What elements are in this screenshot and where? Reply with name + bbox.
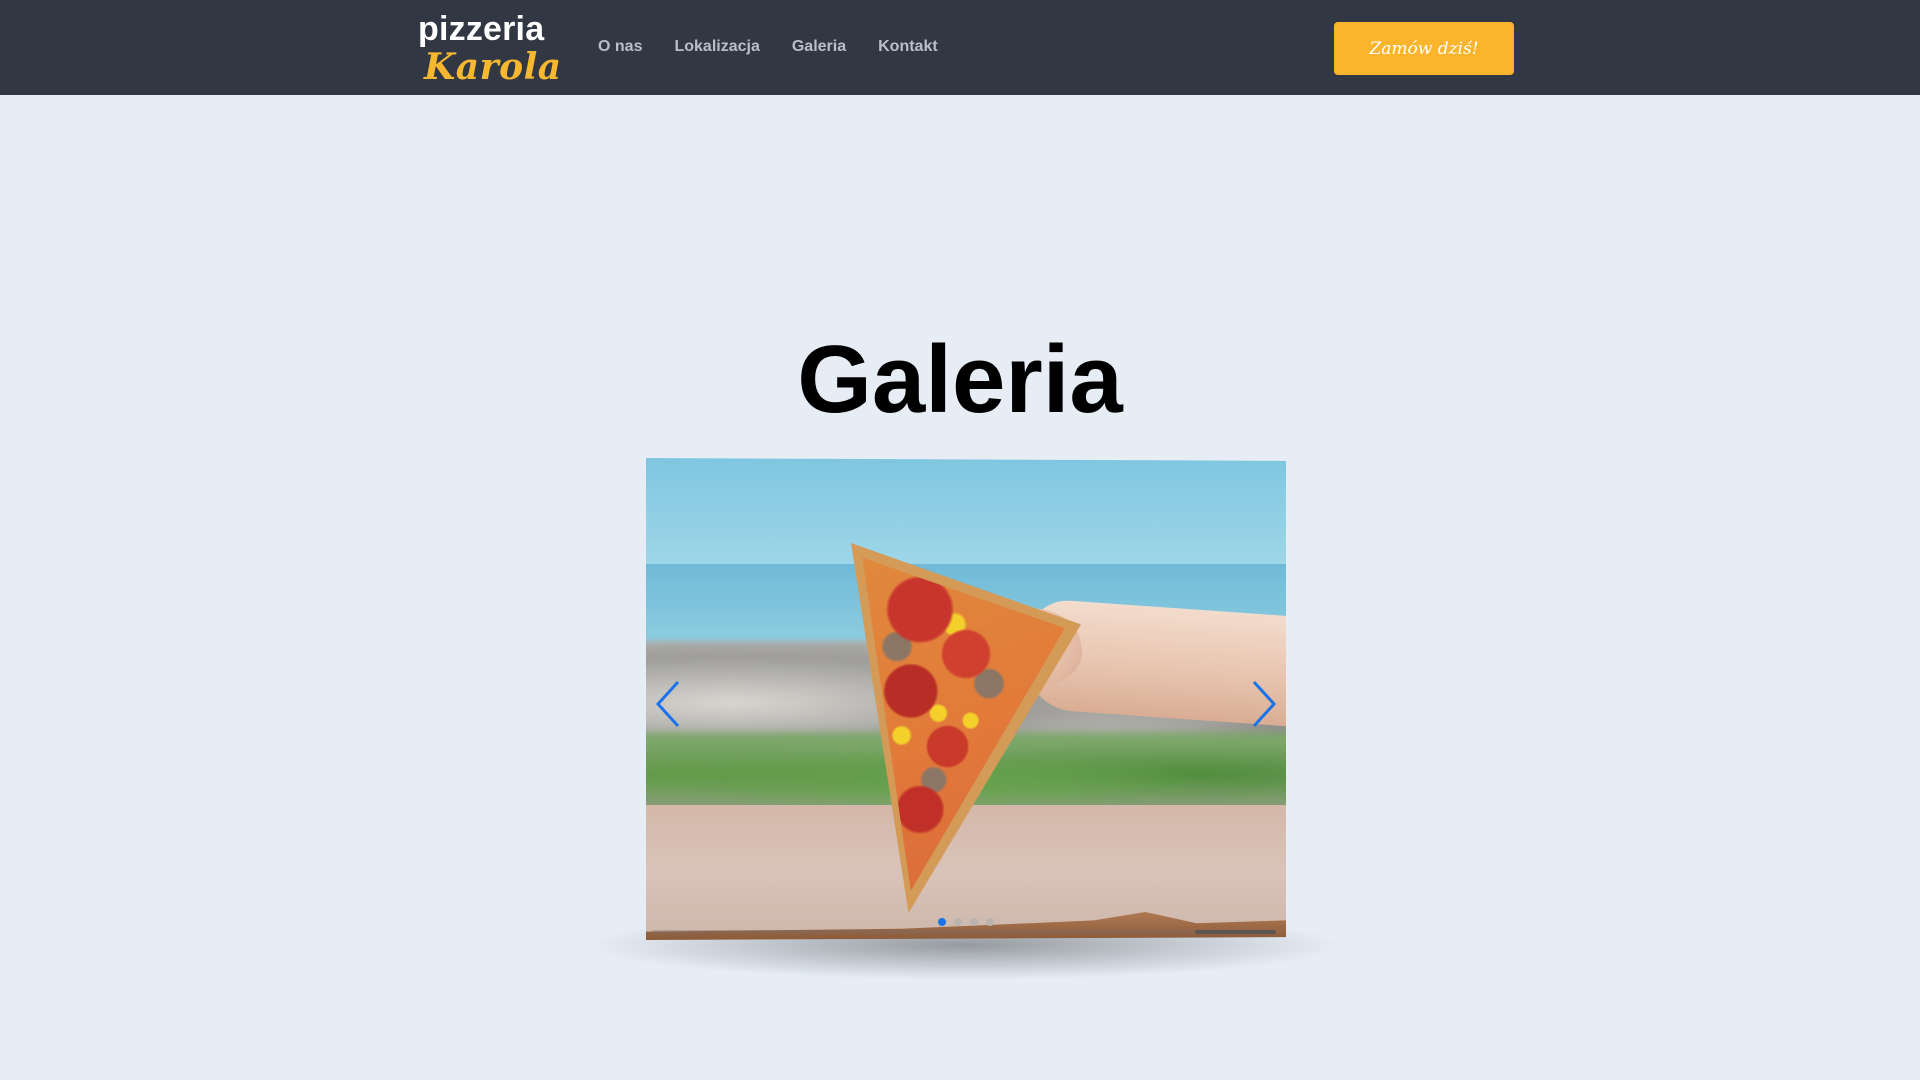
carousel-next-button[interactable] <box>1244 680 1284 728</box>
carousel-slide-image <box>646 458 1286 940</box>
nav-link-kontakt[interactable]: Kontakt <box>878 38 938 60</box>
nav-link-o-nas[interactable]: O nas <box>598 38 642 60</box>
gallery-carousel[interactable] <box>646 458 1286 940</box>
carousel-pagination <box>646 918 1286 926</box>
nav-link-lokalizacja[interactable]: Lokalizacja <box>674 38 759 60</box>
carousel-dot-1[interactable] <box>938 918 946 926</box>
carousel-prev-button[interactable] <box>648 680 688 728</box>
nav-link-galeria[interactable]: Galeria <box>792 38 846 60</box>
logo[interactable]: pizzeria Karola <box>418 10 561 88</box>
carousel-progress-fill <box>1195 930 1276 934</box>
order-now-button[interactable]: Zamów dziś! <box>1334 22 1514 75</box>
carousel-dot-2[interactable] <box>954 918 962 926</box>
main-nav: O nas Lokalizacja Galeria Kontakt <box>598 38 938 60</box>
gallery-title: Galeria <box>797 326 1123 433</box>
top-navbar: pizzeria Karola O nas Lokalizacja Galeri… <box>0 0 1920 95</box>
logo-text-pizzeria: pizzeria <box>418 10 545 48</box>
carousel-progress-bar[interactable] <box>652 930 1276 934</box>
chevron-right-icon <box>1250 680 1278 728</box>
slide-pizza-slice <box>851 543 1081 913</box>
carousel-dot-4[interactable] <box>986 918 994 926</box>
logo-text-karola: Karola <box>424 46 562 88</box>
chevron-left-icon <box>654 680 682 728</box>
carousel-dot-3[interactable] <box>970 918 978 926</box>
